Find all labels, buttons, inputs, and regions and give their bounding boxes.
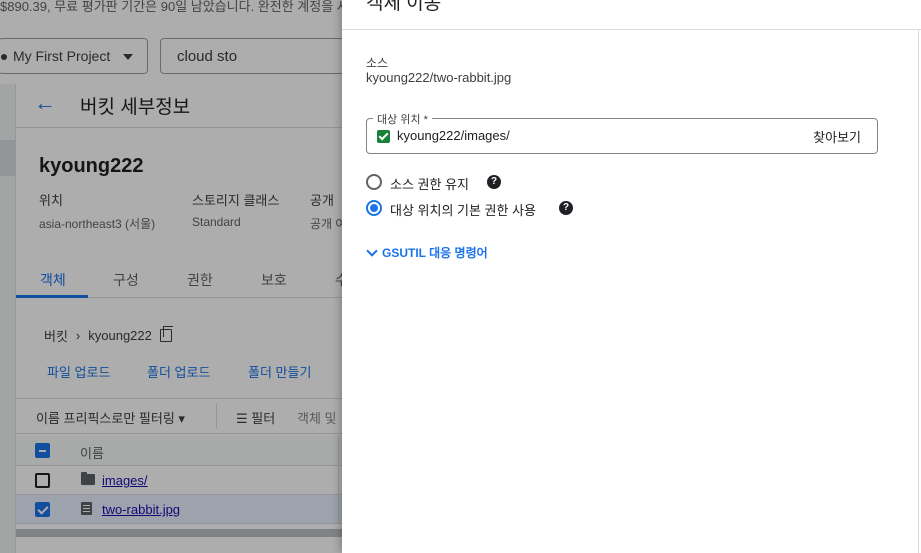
help-icon[interactable]: ? bbox=[487, 175, 501, 189]
gsutil-label: GSUTIL 대응 명령어 bbox=[382, 246, 488, 260]
help-icon[interactable]: ? bbox=[559, 201, 573, 215]
use-default-permissions-label[interactable]: 대상 위치의 기본 권한 사용 bbox=[390, 200, 536, 219]
browse-button[interactable]: 찾아보기 bbox=[813, 127, 861, 146]
use-default-permissions-radio[interactable] bbox=[366, 200, 382, 216]
destination-value[interactable]: kyoung222/images/ bbox=[397, 128, 510, 143]
move-object-drawer: 객체 이동 소스 kyoung222/two-rabbit.jpg 대상 위치 … bbox=[342, 0, 921, 553]
chevron-down-icon bbox=[366, 244, 378, 257]
drawer-right-edge bbox=[918, 30, 919, 553]
destination-label: 대상 위치 * bbox=[373, 111, 432, 127]
check-icon bbox=[377, 130, 390, 143]
keep-source-permissions-label[interactable]: 소스 권한 유지 bbox=[390, 174, 469, 193]
destination-field[interactable]: 대상 위치 * kyoung222/images/ 찾아보기 bbox=[366, 111, 878, 154]
drawer-title: 객체 이동 bbox=[366, 0, 442, 14]
keep-source-permissions-radio[interactable] bbox=[366, 174, 382, 190]
drawer-title-divider bbox=[342, 29, 921, 30]
source-value: kyoung222/two-rabbit.jpg bbox=[366, 70, 512, 85]
gsutil-toggle[interactable]: GSUTIL 대응 명령어 bbox=[366, 244, 488, 261]
source-label: 소스 bbox=[366, 56, 389, 70]
